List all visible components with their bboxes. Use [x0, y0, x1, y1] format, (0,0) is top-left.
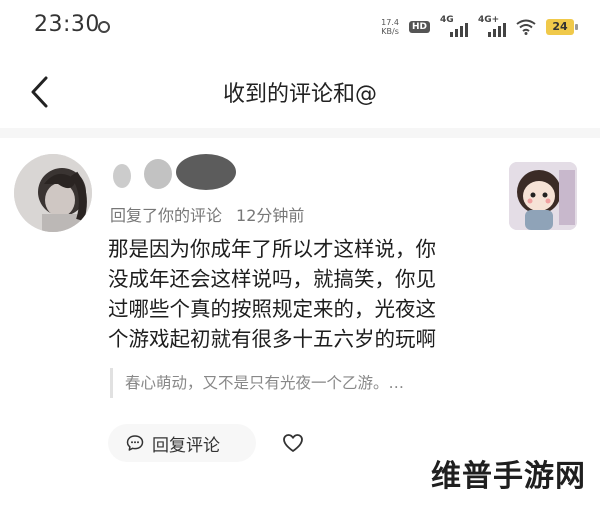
notification-dot-icon [98, 21, 110, 33]
comment-icon [126, 435, 144, 451]
heart-icon [283, 434, 303, 452]
status-indicators: 17.4 KB/s HD 4G 4G+ 24 [381, 15, 578, 38]
meta-time: 12分钟前 [236, 206, 305, 225]
status-bar: 23:30 17.4 KB/s HD 4G 4G+ 24 [0, 0, 600, 56]
reply-button[interactable]: 回复评论 [108, 424, 256, 462]
network-speed-unit: KB/s [381, 27, 399, 36]
section-divider [0, 128, 600, 138]
comment-line: 没成年还会这样说吗，就搞笑，你见 [108, 267, 436, 291]
post-thumbnail[interactable] [509, 162, 577, 230]
network-speed: 17.4 KB/s [381, 18, 399, 36]
username-redacted [108, 148, 248, 198]
cellular-signal-icon: 4G [440, 15, 468, 37]
cellular-signal-2-icon: 4G+ [478, 15, 506, 37]
comment-card[interactable]: 回复了你的评论 12分钟前 那是因为你成年了所以才这样说，你 没成年还会这样说吗，… [0, 140, 600, 470]
avatar[interactable] [14, 154, 92, 232]
battery-indicator: 24 [546, 19, 578, 35]
comment-body: 那是因为你成年了所以才这样说，你 没成年还会这样说吗，就搞笑，你见 过哪些个真的… [108, 234, 500, 354]
comment-meta: 回复了你的评论 12分钟前 [110, 202, 304, 226]
comment-line: 个游戏起初就有很多十五六岁的玩啊 [108, 327, 436, 351]
comment-line: 那是因为你成年了所以才这样说，你 [108, 237, 436, 261]
reply-label: 回复评论 [152, 435, 220, 456]
page-title: 收到的评论和@ [222, 82, 377, 107]
like-button[interactable] [280, 430, 306, 456]
hd-badge: HD [408, 21, 430, 33]
quoted-comment[interactable]: 春心萌动，又不是只有光夜一个乙游。… [110, 368, 490, 398]
meta-action: 回复了你的评论 [110, 206, 223, 225]
header: 收到的评论和@ [0, 60, 600, 122]
status-time: 23:30 [34, 12, 100, 37]
watermark: 维普手游网 [431, 459, 586, 494]
wifi-icon [516, 19, 536, 35]
network-speed-value: 17.4 [381, 18, 399, 27]
comment-line: 过哪些个真的按照规定来的，光夜这 [108, 297, 436, 321]
